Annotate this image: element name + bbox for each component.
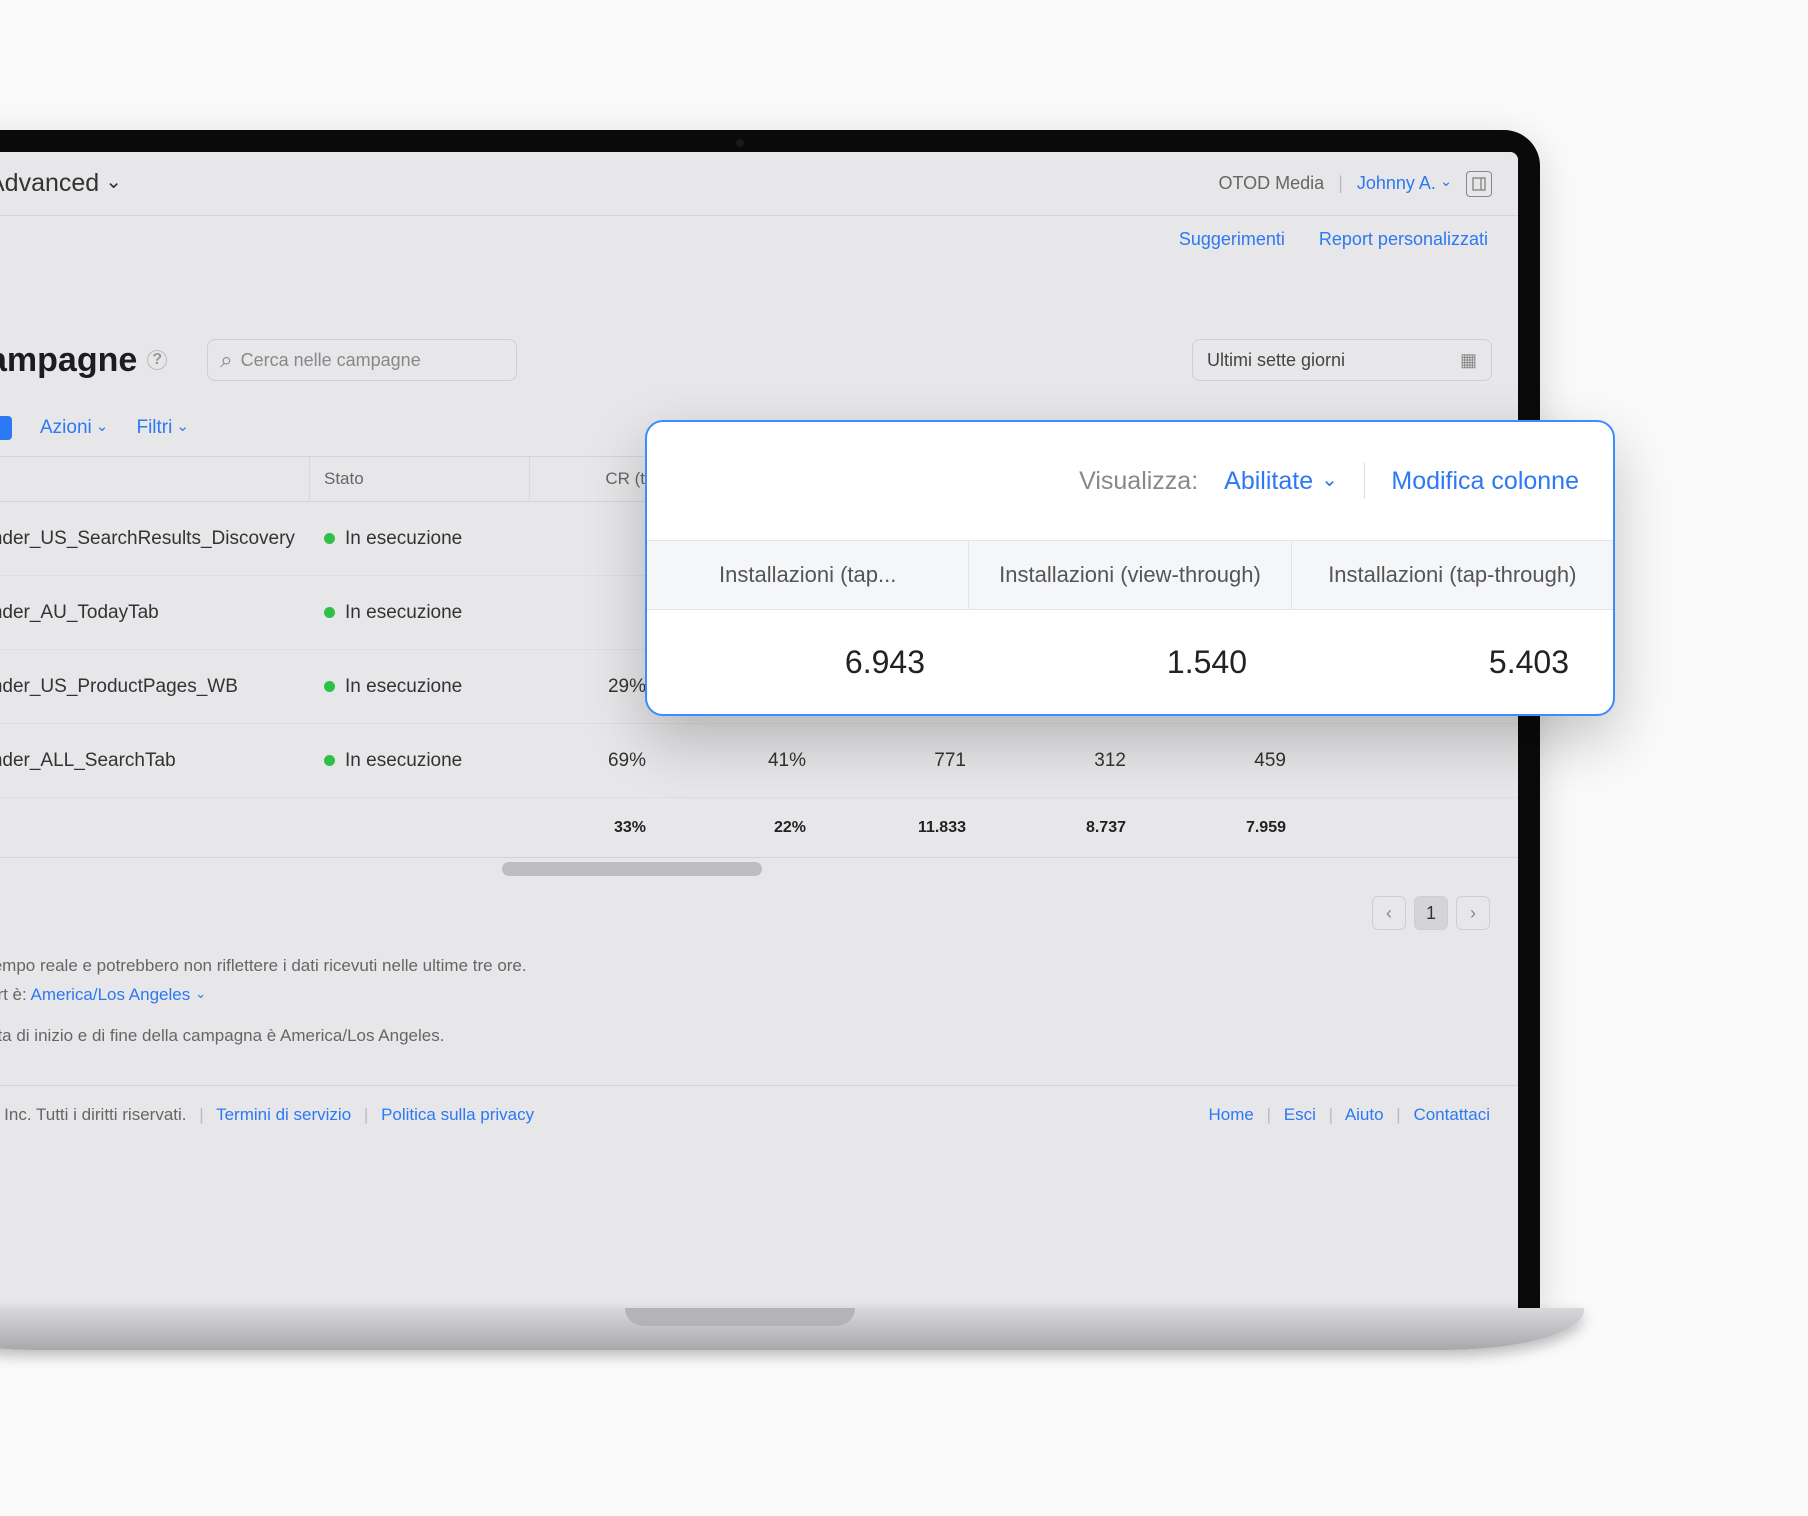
modify-columns-link[interactable]: Modifica colonne (1391, 467, 1579, 496)
popout-value: 6.943 (647, 610, 969, 714)
help-link[interactable]: Aiuto (1345, 1105, 1384, 1124)
campaign-name: Finder_US_ProductPages_WB (0, 650, 310, 723)
campaign-name: Finder_AU_TodayTab (0, 576, 310, 649)
logout-link[interactable]: Esci (1284, 1105, 1316, 1124)
popout-value: 5.403 (1291, 610, 1613, 714)
page-footer: e Inc. Tutti i diritti riservati. | Term… (0, 1085, 1518, 1145)
disclaimer-text: tempo reale e potrebbero non riflettere … (0, 948, 1518, 1055)
terms-link[interactable]: Termini di servizio (216, 1105, 351, 1124)
chevron-down-icon (195, 986, 206, 1001)
table-totals-row: 33% 22% 11.833 8.737 7.959 (0, 798, 1518, 858)
contact-link[interactable]: Contattaci (1413, 1105, 1490, 1124)
suggestions-link[interactable]: Suggerimenti (1179, 229, 1285, 250)
chevron-down-icon (1440, 176, 1452, 192)
org-name: OTOD Media (1218, 173, 1324, 194)
chevron-down-icon (105, 171, 122, 196)
popout-col-installs-tapthrough[interactable]: Installazioni (tap-through) (1292, 541, 1613, 609)
custom-reports-link[interactable]: Report personalizzati (1319, 229, 1488, 250)
campaign-name: Finder_ALL_SearchTab (0, 724, 310, 797)
view-filter-dropdown[interactable]: Abilitate (1224, 467, 1338, 496)
popout-value-row: 6.943 1.540 5.403 (647, 610, 1613, 714)
search-icon (220, 347, 232, 373)
user-menu[interactable]: Johnny A. (1357, 173, 1452, 194)
status-dot-icon (324, 533, 335, 544)
campaign-status: In esecuzione (310, 724, 530, 797)
history-row (0, 262, 1518, 320)
view-label: Visualizza: (1079, 467, 1198, 496)
user-name: Johnny A. (1357, 173, 1436, 194)
calendar-icon (1460, 350, 1477, 371)
home-link[interactable]: Home (1208, 1105, 1253, 1124)
primary-action-button[interactable] (0, 416, 12, 440)
app-screen: Advanced OTOD Media | Johnny A. (0, 152, 1518, 1310)
account-type-dropdown[interactable]: Advanced (0, 169, 122, 198)
timezone-link[interactable]: America/Los Angeles (31, 985, 207, 1004)
chevron-down-icon (176, 419, 189, 437)
popout-col-installs-tap[interactable]: Installazioni (tap... (647, 541, 969, 609)
chevron-down-icon (1321, 469, 1338, 494)
sub-nav: Suggerimenti Report personalizzati (0, 216, 1518, 262)
campaign-name: Finder_US_SearchResults_Discovery (0, 502, 310, 575)
page-header: ampagne ? Cerca nelle campagne Ultimi se… (0, 320, 1518, 400)
popout-col-installs-view[interactable]: Installazioni (view-through) (969, 541, 1291, 609)
page-current[interactable]: 1 (1414, 896, 1448, 930)
status-dot-icon (324, 681, 335, 692)
page-prev-button[interactable]: ‹ (1372, 896, 1406, 930)
panel-toggle-icon[interactable] (1466, 171, 1492, 197)
privacy-link[interactable]: Politica sulla privacy (381, 1105, 534, 1124)
top-bar: Advanced OTOD Media | Johnny A. (0, 152, 1518, 216)
horizontal-scrollbar[interactable] (502, 862, 762, 876)
filters-dropdown[interactable]: Filtri (136, 417, 189, 439)
search-placeholder: Cerca nelle campagne (241, 350, 421, 371)
actions-dropdown[interactable]: Azioni (40, 417, 108, 439)
page-title: ampagne ? (0, 341, 167, 380)
separator (1364, 463, 1366, 499)
status-dot-icon (324, 755, 335, 766)
page-next-button[interactable]: › (1456, 896, 1490, 930)
col-cr[interactable]: CR (t (530, 457, 660, 501)
popout-header-row: Installazioni (tap... Installazioni (vie… (647, 540, 1613, 610)
campaign-status: In esecuzione (310, 502, 530, 575)
popout-value: 1.540 (969, 610, 1291, 714)
table-row[interactable]: Finder_ALL_SearchTab In esecuzione 69% 4… (0, 724, 1518, 798)
help-icon[interactable]: ? (147, 350, 167, 370)
date-range-picker[interactable]: Ultimi sette giorni (1192, 339, 1492, 381)
col-stato[interactable]: Stato (310, 457, 530, 501)
status-dot-icon (324, 607, 335, 618)
pagination: ‹ 1 › (0, 878, 1518, 948)
columns-popout: Visualizza: Abilitate Modifica colonne I… (645, 420, 1615, 716)
chevron-down-icon (96, 419, 109, 437)
account-type-label: Advanced (0, 169, 99, 198)
search-input[interactable]: Cerca nelle campagne (207, 339, 517, 381)
date-range-label: Ultimi sette giorni (1207, 350, 1345, 371)
campaign-status: In esecuzione (310, 650, 530, 723)
campaign-status: In esecuzione (310, 576, 530, 649)
